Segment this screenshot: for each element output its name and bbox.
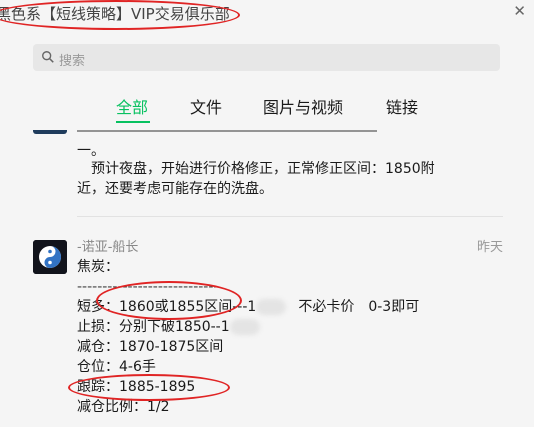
annotation-ellipse-short-long xyxy=(96,281,242,320)
message-divider xyxy=(77,216,503,217)
message-list[interactable]: 一。 预计夜盘，开始进行价格修正，正常修正区间：1850附 近，还要考虑可能存在… xyxy=(0,130,534,427)
title-bar: 黑色系【短线策略】VIP交易俱乐部 ✕ xyxy=(0,0,534,30)
tab-bar: 全部 文件 图片与视频 链接 xyxy=(0,94,534,130)
search-placeholder: 搜索 xyxy=(59,54,86,69)
annotation-ellipse-tracking xyxy=(68,374,230,401)
no-limit-note: 不必卡价 0-3即可 xyxy=(298,299,420,315)
close-icon[interactable]: ✕ xyxy=(513,2,526,20)
previous-message-line-3: 近，还要考虑可能存在的洗盘。 xyxy=(77,181,273,197)
message-line: 减仓：1870-1875区间 xyxy=(77,339,224,355)
message-time: 昨天 xyxy=(476,240,503,255)
previous-message-line-2: 预计夜盘，开始进行价格修正，正常修正区间：1850附 xyxy=(77,161,435,177)
tab-files[interactable]: 文件 xyxy=(190,94,222,118)
message-line: 焦炭： xyxy=(77,259,119,275)
redacted-blur xyxy=(256,299,287,315)
annotation-ellipse-title xyxy=(0,0,240,30)
avatar xyxy=(33,130,67,134)
tab-media[interactable]: 图片与视频 xyxy=(263,94,343,118)
stop-loss-text: 止损：分别下破1850--1 xyxy=(77,319,230,335)
tab-links[interactable]: 链接 xyxy=(386,94,418,118)
search-icon xyxy=(42,51,54,63)
previous-message-cut-line xyxy=(77,130,377,142)
tab-all[interactable]: 全部 xyxy=(116,94,148,118)
tab-active-indicator xyxy=(116,121,150,123)
yin-yang-icon[interactable] xyxy=(33,240,67,274)
search-input[interactable]: 搜索 xyxy=(33,44,500,71)
redacted-blur xyxy=(229,319,260,335)
sender-name[interactable]: -诺亚-船长 xyxy=(77,236,138,255)
